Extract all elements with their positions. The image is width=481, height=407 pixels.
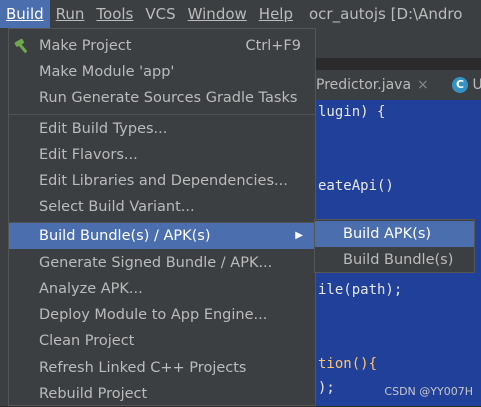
- code-line: );: [318, 380, 335, 396]
- code-line: tion(){: [318, 356, 378, 372]
- left-strip: [0, 28, 8, 406]
- menu-item-label: Clean Project: [39, 333, 135, 349]
- menu-item-edit-flavors[interactable]: Edit Flavors...: [9, 142, 315, 168]
- menu-window[interactable]: Window: [182, 0, 253, 28]
- menu-item-label: Build APK(s): [343, 226, 432, 242]
- menu-item-edit-libraries[interactable]: Edit Libraries and Dependencies...: [9, 168, 315, 194]
- menu-item-rebuild-project[interactable]: Rebuild Project: [9, 381, 315, 407]
- build-bundle-submenu: Build APK(s) Build Bundle(s): [314, 219, 475, 273]
- class-icon: C: [452, 77, 468, 93]
- code-line: eateApi(): [318, 178, 394, 194]
- menu-item-label: Edit Flavors...: [39, 147, 138, 163]
- menu-item-label: Rebuild Project: [39, 386, 148, 402]
- menu-item-analyze-apk[interactable]: Analyze APK...: [9, 276, 315, 302]
- watermark: CSDN @YY007H: [384, 385, 473, 398]
- menu-tools[interactable]: Tools: [90, 0, 139, 28]
- menu-item-deploy-module[interactable]: Deploy Module to App Engine...: [9, 302, 315, 328]
- menu-item-clean-project[interactable]: Clean Project: [9, 328, 315, 354]
- code-line: ile(path);: [318, 282, 403, 298]
- tab-predictor-java[interactable]: Predictor.java ×: [316, 70, 429, 100]
- menu-build[interactable]: Build: [0, 0, 50, 28]
- tab-second[interactable]: C U: [452, 70, 481, 100]
- menu-item-generate-signed[interactable]: Generate Signed Bundle / APK...: [9, 250, 315, 276]
- menu-run[interactable]: Run: [50, 0, 91, 28]
- menu-item-build-bundle-apk[interactable]: Build Bundle(s) / APK(s) ▶: [9, 223, 315, 249]
- code-line: lugin) {: [318, 104, 386, 120]
- menu-item-edit-build-types[interactable]: Edit Build Types...: [9, 116, 315, 142]
- menu-item-label: Build Bundle(s): [343, 252, 454, 268]
- menu-item-label: Make Module 'app': [39, 64, 175, 80]
- menu-item-label: Select Build Variant...: [39, 199, 195, 215]
- build-menu-dropdown: Make Project Ctrl+F9 Make Module 'app' R…: [8, 28, 316, 406]
- menu-item-make-project[interactable]: Make Project Ctrl+F9: [9, 33, 315, 59]
- menu-item-run-generate-sources[interactable]: Run Generate Sources Gradle Tasks: [9, 85, 315, 111]
- menu-item-refresh-linked-cpp[interactable]: Refresh Linked C++ Projects: [9, 355, 315, 381]
- menu-item-make-module[interactable]: Make Module 'app': [9, 59, 315, 85]
- menu-item-label: Generate Signed Bundle / APK...: [39, 255, 273, 271]
- tab-label: Predictor.java: [316, 77, 412, 93]
- menu-vcs[interactable]: VCS: [139, 0, 181, 28]
- menu-help[interactable]: Help: [253, 0, 299, 28]
- menu-item-label: Analyze APK...: [39, 281, 143, 297]
- project-title: ocr_autojs [D:\Andro: [309, 5, 463, 23]
- menu-item-label: Deploy Module to App Engine...: [39, 307, 268, 323]
- close-icon[interactable]: ×: [417, 77, 429, 93]
- menu-item-label: Build Bundle(s) / APK(s): [39, 228, 211, 244]
- tab-label-fragment: U: [472, 77, 481, 93]
- menu-item-label: Make Project: [39, 38, 132, 54]
- menu-separator: [9, 114, 315, 115]
- submenu-item-build-bundle[interactable]: Build Bundle(s): [315, 247, 474, 273]
- menu-item-label: Run Generate Sources Gradle Tasks: [39, 90, 298, 106]
- menu-item-label: Edit Build Types...: [39, 121, 168, 137]
- submenu-item-build-apk[interactable]: Build APK(s): [315, 221, 474, 247]
- menu-item-select-build-variant[interactable]: Select Build Variant...: [9, 194, 315, 220]
- shortcut-label: Ctrl+F9: [245, 38, 301, 54]
- menu-item-label: Refresh Linked C++ Projects: [39, 360, 247, 376]
- submenu-arrow-icon: ▶: [295, 230, 303, 241]
- menu-item-label: Edit Libraries and Dependencies...: [39, 173, 288, 189]
- menu-bar: Build Run Tools VCS Window Help ocr_auto…: [0, 0, 481, 28]
- hammer-icon: [14, 38, 28, 54]
